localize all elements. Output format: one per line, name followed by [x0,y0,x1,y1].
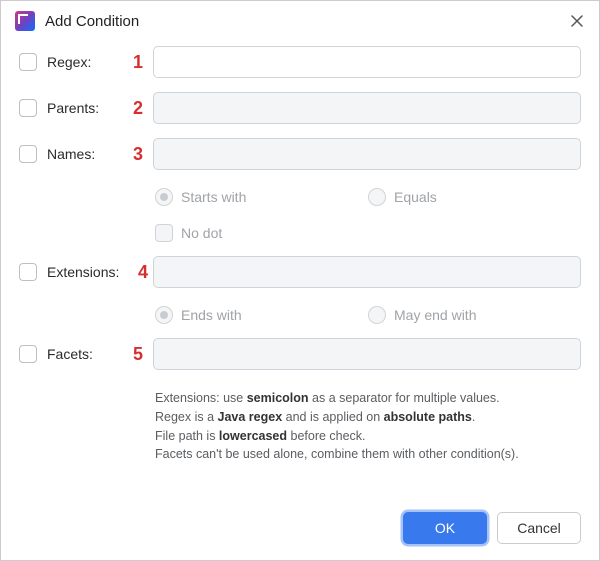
facets-checkbox[interactable] [19,345,37,363]
close-icon[interactable] [569,13,585,29]
step-4: 4 [137,262,149,283]
dialog-title: Add Condition [45,13,569,30]
no-dot-checkbox[interactable] [155,224,173,242]
names-input[interactable] [153,138,581,170]
equals-label: Equals [394,189,437,205]
cancel-button[interactable]: Cancel [497,512,581,544]
step-5: 5 [127,344,149,365]
ok-button[interactable]: OK [403,512,487,544]
starts-with-radio[interactable] [155,188,173,206]
extensions-checkbox[interactable] [19,263,37,281]
may-end-with-label: May end with [394,307,476,323]
help-text: Extensions: use semicolon as a separator… [19,389,581,464]
regex-checkbox[interactable] [19,53,37,71]
parents-input[interactable] [153,92,581,124]
names-checkbox[interactable] [19,145,37,163]
parents-checkbox[interactable] [19,99,37,117]
parents-label: Parents: [47,100,127,116]
no-dot-label: No dot [181,225,222,241]
extensions-input[interactable] [153,256,581,288]
regex-label: Regex: [47,54,127,70]
app-icon [15,11,35,31]
step-1: 1 [127,52,149,73]
facets-input[interactable] [153,338,581,370]
extensions-label: Extensions: [47,264,137,280]
names-label: Names: [47,146,127,162]
equals-radio[interactable] [368,188,386,206]
ends-with-label: Ends with [181,307,242,323]
starts-with-label: Starts with [181,189,246,205]
step-2: 2 [127,98,149,119]
regex-input[interactable] [153,46,581,78]
ends-with-radio[interactable] [155,306,173,324]
may-end-with-radio[interactable] [368,306,386,324]
facets-label: Facets: [47,346,127,362]
step-3: 3 [127,144,149,165]
